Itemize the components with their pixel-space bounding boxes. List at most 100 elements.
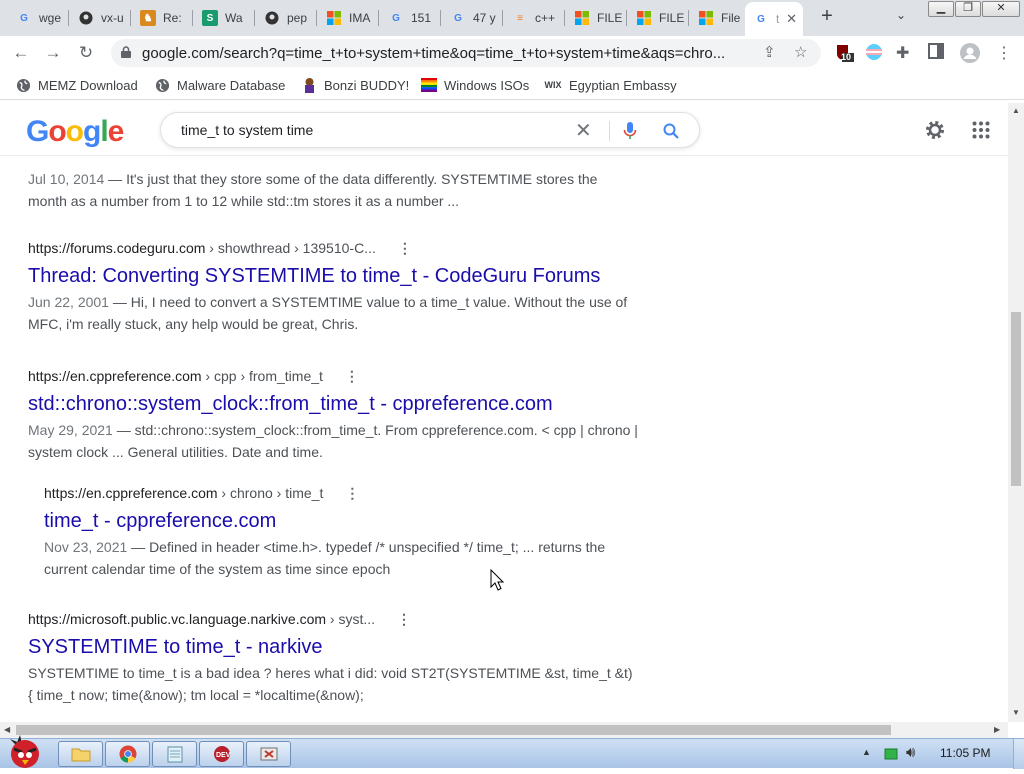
taskbar-explorer-button[interactable] [58,741,103,767]
tab-4[interactable]: S Wa [194,4,252,32]
result-snippet: May 29, 2021 — std::chrono::system_clock… [28,419,638,463]
share-icon[interactable]: ⇪ [763,43,776,61]
result-snippet-text: — std::chrono::system_clock::from_time_t… [28,422,638,460]
show-hidden-icons-icon[interactable]: ▲ [862,747,871,757]
scroll-right-arrow-icon[interactable]: ▶ [994,725,1000,734]
search-result: https://en.cppreference.com › cpp › from… [28,368,638,463]
tab-5[interactable]: pep [256,4,314,32]
more-options-icon[interactable]: ⋮ [345,368,359,385]
tab-label: wge [39,11,62,25]
tab-3[interactable]: ♞ Re: [132,4,190,32]
windows-icon [636,10,652,26]
search-icon[interactable] [663,123,679,139]
clock[interactable]: 11:05 PM [940,746,990,760]
maximize-button[interactable]: ❐ [955,1,981,17]
taskbar-devcpp-button[interactable]: DEV [199,741,244,767]
stackoverflow-icon: ≡ [517,12,523,24]
tab-label: vx-u [101,11,124,25]
tab-search-chevron-icon[interactable]: ⌄ [896,8,906,22]
result-site: https://en.cppreference.com [44,485,218,501]
microphone-icon[interactable] [623,122,637,140]
tab-8[interactable]: G 47 y [442,4,500,32]
horizontal-scroll-thumb[interactable] [16,725,891,735]
address-bar[interactable]: google.com/search?q=time_t+to+system+tim… [111,39,821,67]
tab-label: FILE [597,11,623,25]
bookmark-malware-database[interactable]: Malware Database [154,77,285,93]
google-icon: G [392,12,400,24]
taskbar-chrome-button[interactable] [105,741,150,767]
bookmark-label: Egyptian Embassy [569,77,677,93]
result-title-link[interactable]: std::chrono::system_clock::from_time_t -… [28,393,638,416]
result-site: https://microsoft.public.vc.language.nar… [28,611,327,627]
horizontal-scrollbar[interactable]: ◀ ▶ [0,722,1008,738]
bookmark-label: Bonzi BUDDY! [324,77,410,93]
bookmark-star-icon[interactable]: ☆ [794,43,807,61]
browser-toolbar: ← → ↻ google.com/search?q=time_t+to+syst… [0,36,1024,70]
tab-2[interactable]: vx-u [70,4,128,32]
tab-label: File [721,11,741,25]
settings-gear-icon[interactable] [924,119,946,146]
tab-10[interactable]: FILE [566,4,624,32]
result-url[interactable]: https://en.cppreference.com › cpp › from… [28,368,638,385]
bookmark-memz-download[interactable]: MEMZ Download [15,77,138,93]
minimize-button[interactable]: ▁ [928,1,954,17]
bookmark-bonzi-buddy[interactable]: Bonzi BUDDY! [301,77,409,93]
taskbar-app-button[interactable] [246,741,291,767]
notepad-icon [167,746,182,763]
show-desktop-button[interactable] [1013,739,1024,769]
close-tab-icon[interactable]: ✕ [786,11,797,27]
result-title-link[interactable]: SYSTEMTIME to time_t - narkive [28,636,638,659]
result-title-link[interactable]: Thread: Converting SYSTEMTIME to time_t … [28,265,638,288]
tab-12[interactable]: File [690,4,744,32]
tab-9[interactable]: ≡ c++ [504,4,562,32]
reload-button[interactable]: ↻ [75,42,97,64]
clear-search-icon[interactable]: ✕ [575,118,592,143]
more-options-icon[interactable]: ⋮ [345,485,359,502]
rainbow-flag-icon [421,77,437,93]
battery-icon[interactable] [884,747,898,761]
github-icon [264,10,280,26]
flag-extension-icon[interactable] [865,43,885,63]
ublock-extension-icon[interactable]: 10 [834,43,854,63]
search-input[interactable]: time_t to system time [181,122,313,138]
vertical-scrollbar[interactable]: ▲ ▼ [1008,103,1024,722]
bookmark-label: Windows ISOs [444,77,530,93]
apps-grid-icon[interactable] [972,121,990,144]
tab-6[interactable]: IMA [318,4,376,32]
result-url[interactable]: https://en.cppreference.com › chrono › t… [44,485,634,502]
result-snippet-text: — It's just that they store some of the … [28,171,598,209]
close-window-button[interactable]: ✕ [982,1,1020,17]
bookmark-windows-isos[interactable]: Windows ISOs [421,77,529,93]
google-logo[interactable]: Google [26,115,124,149]
result-title-link[interactable]: time_t - cppreference.com [44,510,634,533]
menu-kebab-icon[interactable]: ⋮ [996,43,1012,63]
result-url[interactable]: https://forums.codeguru.com › showthread… [28,240,638,257]
tab-active[interactable]: G t ✕ [745,2,803,36]
result-path: › chrono › time_t [217,485,324,501]
new-tab-button[interactable]: + [817,6,837,26]
taskbar-notepad-button[interactable] [152,741,197,767]
google-search-box[interactable]: time_t to system time ✕ [160,112,700,148]
google-icon: G [757,13,765,25]
vertical-scroll-thumb[interactable] [1011,312,1021,486]
profile-avatar-icon[interactable] [960,43,980,63]
scroll-down-arrow-icon[interactable]: ▼ [1012,708,1020,717]
scroll-up-arrow-icon[interactable]: ▲ [1012,106,1020,115]
bookmark-egyptian-embassy[interactable]: WIX Egyptian Embassy [544,77,677,93]
tab-11[interactable]: FILE [628,4,686,32]
side-panel-icon[interactable] [928,43,948,63]
tab-1[interactable]: G wge [8,4,66,32]
result-date: Nov 23, 2021 [44,539,128,555]
extensions-puzzle-icon[interactable]: ✚ [896,43,916,63]
globe-icon [15,77,31,93]
start-button[interactable] [2,731,48,769]
more-options-icon[interactable]: ⋮ [398,240,412,257]
back-button[interactable]: ← [10,42,32,64]
result-url[interactable]: https://microsoft.public.vc.language.nar… [28,611,638,628]
tab-label: Re: [163,11,182,25]
tab-label: FILE [659,11,685,25]
more-options-icon[interactable]: ⋮ [397,611,411,628]
volume-icon[interactable]: 🔊︎ [906,744,915,761]
tab-7[interactable]: G 151 [380,4,438,32]
forward-button[interactable]: → [42,42,64,64]
